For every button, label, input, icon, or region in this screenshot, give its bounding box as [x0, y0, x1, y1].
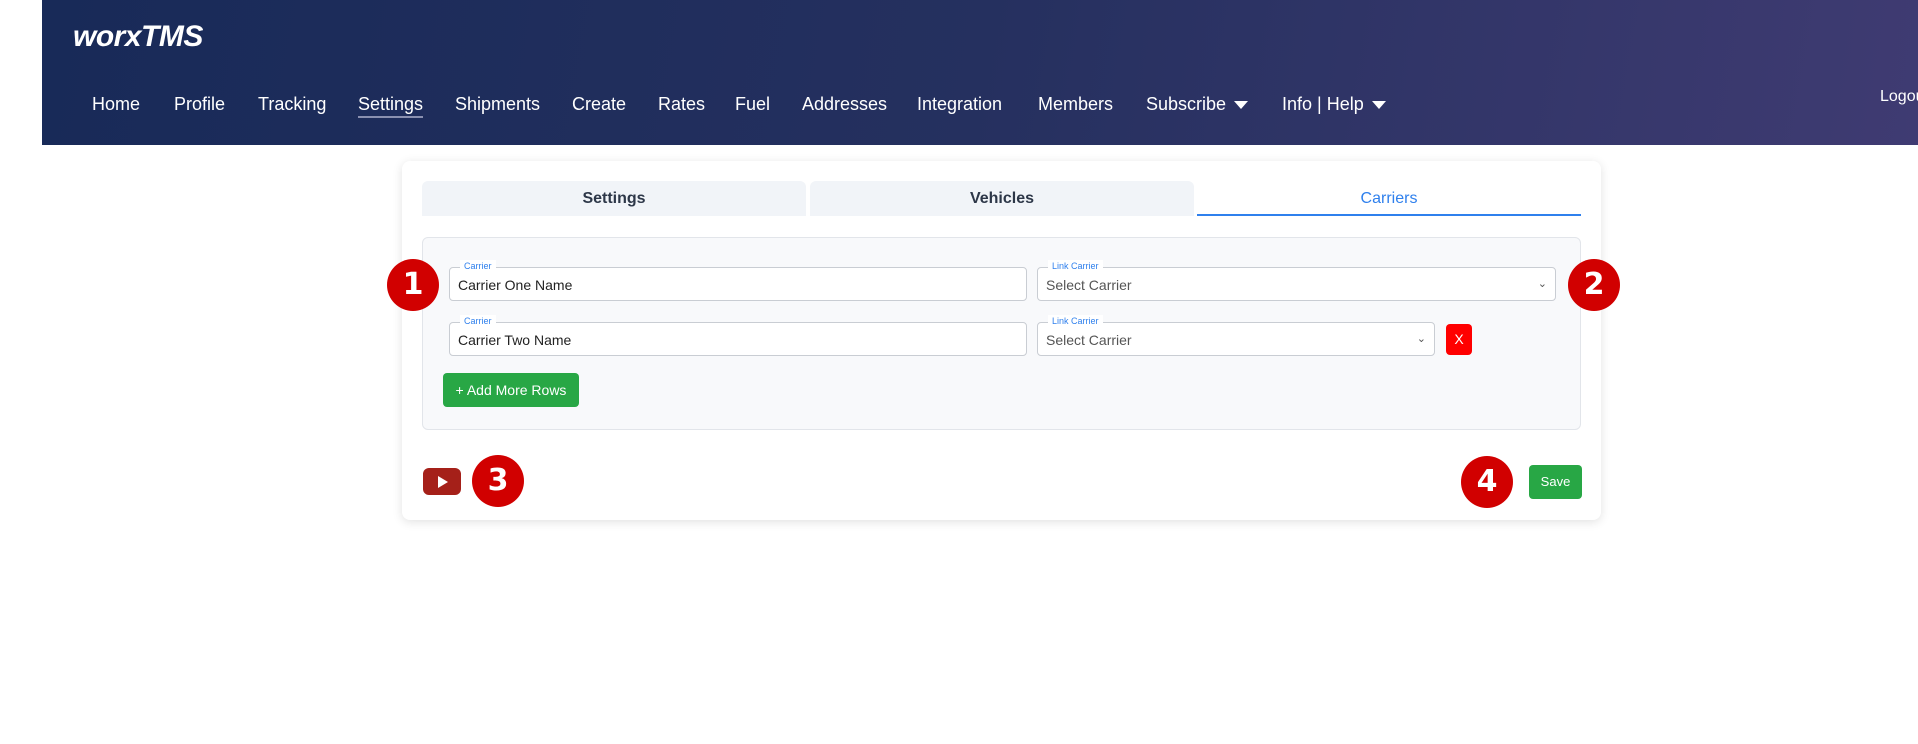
carrier-label: Carrier	[460, 260, 496, 272]
nav-subscribe-label: Subscribe	[1146, 94, 1227, 114]
nav-create[interactable]: Create	[572, 94, 626, 115]
annotation-badge-1: 1	[387, 259, 439, 311]
link-carrier-value: Select Carrier	[1046, 277, 1132, 293]
nav-addresses[interactable]: Addresses	[802, 94, 887, 115]
nav-profile[interactable]: Profile	[174, 94, 225, 115]
app-logo[interactable]: worxTMS	[73, 20, 203, 54]
carrier-label: Carrier	[460, 315, 496, 327]
nav-settings[interactable]: Settings	[358, 94, 424, 118]
annotation-badge-4: 4	[1461, 456, 1513, 508]
add-more-rows-button[interactable]: + Add More Rows	[443, 373, 579, 407]
tab-settings[interactable]: Settings	[422, 181, 806, 216]
save-button[interactable]: Save	[1529, 465, 1582, 499]
nav-logout[interactable]: Logout	[1880, 88, 1918, 106]
nav-info-help-dropdown[interactable]: Info | Help	[1282, 94, 1386, 115]
annotation-badge-2: 2	[1568, 259, 1620, 311]
youtube-video-icon[interactable]	[423, 468, 461, 495]
chevron-down-icon: ⌄	[1416, 333, 1426, 345]
nav-members[interactable]: Members	[1038, 94, 1113, 115]
caret-down-icon	[1371, 101, 1386, 110]
nav-subscribe-dropdown[interactable]: Subscribe	[1146, 94, 1249, 115]
nav-fuel[interactable]: Fuel	[735, 94, 770, 115]
main-nav: Home Profile Tracking Settings Shipments…	[42, 88, 1918, 122]
chevron-down-icon: ⌄	[1537, 278, 1547, 290]
tab-vehicles[interactable]: Vehicles	[810, 181, 1194, 216]
link-carrier-label: Link Carrier	[1048, 315, 1103, 327]
nav-integration[interactable]: Integration	[917, 94, 1002, 115]
nav-info-help-label: Info | Help	[1282, 94, 1364, 114]
carrier-value: Carrier One Name	[458, 277, 573, 293]
carrier-input-2[interactable]: Carrier Carrier Two Name	[449, 315, 1027, 356]
caret-down-icon	[1234, 101, 1249, 110]
link-carrier-select-1[interactable]: Link Carrier Select Carrier ⌄	[1037, 260, 1556, 301]
link-carrier-label: Link Carrier	[1048, 260, 1103, 272]
top-navbar: worxTMS Home Profile Tracking Settings S…	[42, 0, 1918, 145]
link-carrier-value: Select Carrier	[1046, 332, 1132, 348]
nav-rates[interactable]: Rates	[658, 94, 705, 115]
carrier-value: Carrier Two Name	[458, 332, 572, 348]
tab-carriers[interactable]: Carriers	[1197, 181, 1581, 216]
annotation-badge-3: 3	[472, 455, 524, 507]
settings-card: Settings Vehicles Carriers Carrier Carri…	[402, 161, 1601, 520]
nav-tracking[interactable]: Tracking	[258, 94, 326, 115]
remove-row-button[interactable]: X	[1446, 324, 1472, 355]
carriers-panel: Carrier Carrier One Name Link Carrier Se…	[422, 237, 1581, 430]
nav-shipments[interactable]: Shipments	[455, 94, 540, 115]
carrier-input-1[interactable]: Carrier Carrier One Name	[449, 260, 1027, 301]
link-carrier-select-2[interactable]: Link Carrier Select Carrier ⌄	[1037, 315, 1435, 356]
nav-home[interactable]: Home	[92, 94, 140, 115]
